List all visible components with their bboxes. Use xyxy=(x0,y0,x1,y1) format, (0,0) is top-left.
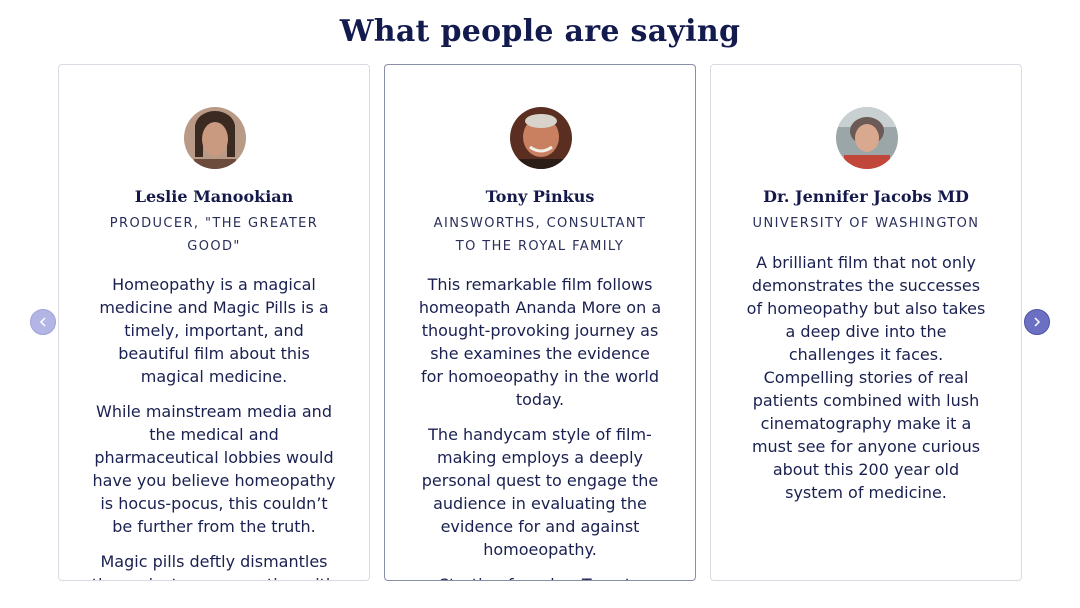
testimonial-role: UNIVERSITY OF WASHINGTON xyxy=(752,216,980,231)
testimonial-paragraph: Starting from her Toronto xyxy=(417,573,663,580)
avatar xyxy=(836,107,898,169)
testimonial-card: Tony Pinkus AINSWORTHS, CONSULTANT TO TH… xyxy=(384,64,696,581)
testimonial-body: Homeopathy is a magical medicine and Mag… xyxy=(91,273,337,580)
chevron-left-icon xyxy=(37,316,49,328)
testimonial-name: Dr. Jennifer Jacobs MD xyxy=(763,187,969,206)
testimonial-paragraph: Homeopathy is a magical medicine and Mag… xyxy=(99,275,329,386)
testimonial-card: Dr. Jennifer Jacobs MD UNIVERSITY OF WAS… xyxy=(710,64,1022,581)
testimonial-paragraph: A brilliant film that not only demonstra… xyxy=(746,253,986,502)
testimonial-card: Leslie Manookian PRODUCER, "THE GREATER … xyxy=(58,64,370,581)
testimonial-body: This remarkable film follows homeopath A… xyxy=(417,273,663,580)
testimonial-name: Tony Pinkus xyxy=(485,187,595,206)
section-heading: What people are saying xyxy=(339,14,741,49)
testimonial-paragraph: The handycam style of film-making employ… xyxy=(421,425,659,559)
testimonial-role: AINSWORTHS, CONSULTANT TO THE ROYAL FAMI… xyxy=(433,216,647,254)
avatar xyxy=(184,107,246,169)
carousel-next-button[interactable] xyxy=(1024,309,1050,335)
chevron-right-icon xyxy=(1031,316,1043,328)
testimonial-paragraph: While mainstream media and the medical a… xyxy=(92,402,336,536)
avatar xyxy=(510,107,572,169)
testimonial-body: A brilliant film that not only demonstra… xyxy=(743,251,989,516)
carousel-prev-button[interactable] xyxy=(30,309,56,335)
testimonial-name: Leslie Manookian xyxy=(134,187,294,206)
testimonial-role: PRODUCER, "THE GREATER GOOD" xyxy=(109,216,319,254)
testimonial-paragraph: This remarkable film follows homeopath A… xyxy=(418,275,662,409)
testimonial-paragraph: Magic pills deftly dismantles the mainst… xyxy=(92,552,336,580)
